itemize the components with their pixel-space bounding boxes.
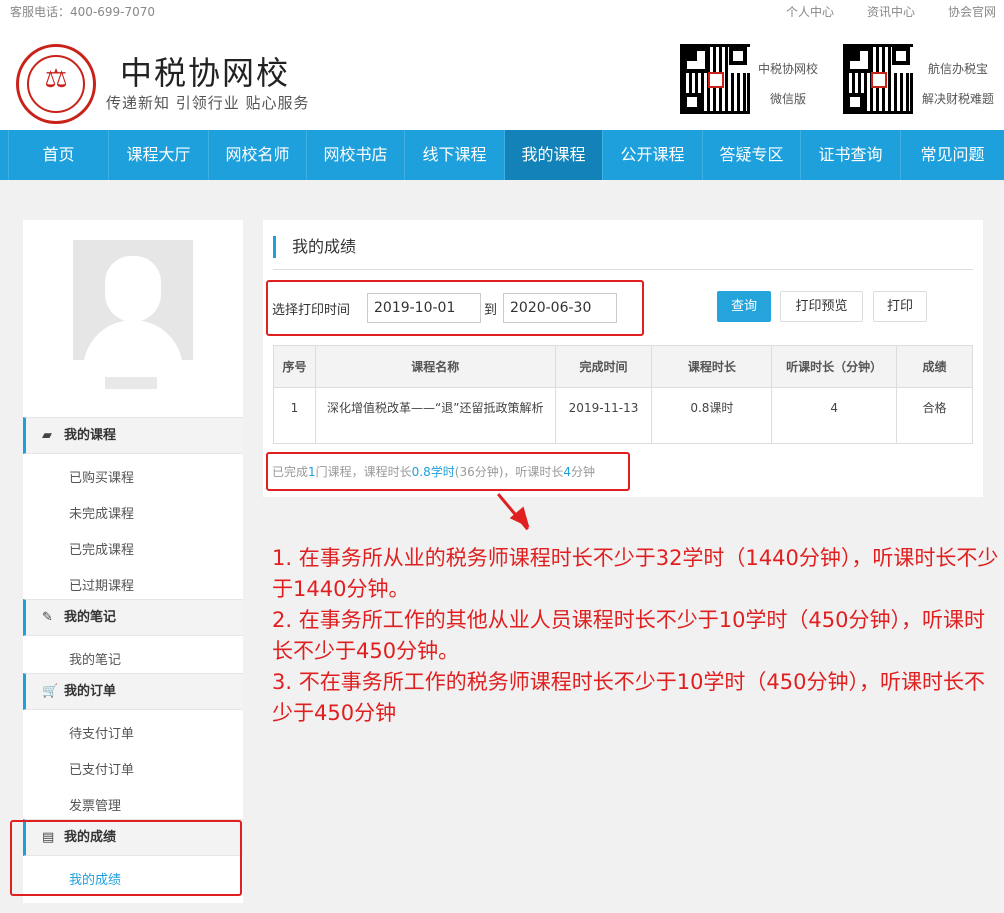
sidebar-link-unfinished[interactable]: 未完成课程 xyxy=(69,503,134,522)
sidebar-section-my-orders[interactable]: 🛒 我的订单 xyxy=(23,673,243,710)
top-link-news-center[interactable]: 资讯中心 xyxy=(867,3,915,20)
col-header-listen-duration: 听课时长（分钟） xyxy=(771,345,898,388)
col-header-grade: 成绩 xyxy=(896,345,973,388)
sidebar-section-my-notes[interactable]: ✎ 我的笔记 xyxy=(23,599,243,636)
col-header-index: 序号 xyxy=(273,345,316,388)
wechat-qr-code-icon xyxy=(680,44,750,114)
cell-course-duration: 0.8课时 xyxy=(651,387,773,444)
page-title: 我的成绩 xyxy=(273,236,356,258)
col-header-course-name: 课程名称 xyxy=(314,345,556,388)
book-icon: ▰ xyxy=(42,428,52,443)
cell-course-name: 深化增值税改革——“退”还留抵政策解析 xyxy=(314,387,556,444)
sidebar: ▰ 我的课程 已购买课程 未完成课程 已完成课程 已过期课程 ✎ 我的笔记 我的笔记… xyxy=(23,220,243,903)
nav-item-course-hall[interactable]: 课程大厅 xyxy=(108,130,208,180)
avatar[interactable] xyxy=(73,240,193,360)
requirement-note-3: 3. 不在事务所工作的税务师课程时长不少于10学时（450分钟），听课时长不少于… xyxy=(272,670,986,725)
sidebar-link-paid-orders[interactable]: 已支付订单 xyxy=(69,759,134,778)
sidebar-link-finished[interactable]: 已完成课程 xyxy=(69,539,134,558)
sidebar-link-invoice[interactable]: 发票管理 xyxy=(69,795,121,814)
qr2-label-sub: 解决财税难题 xyxy=(922,92,995,106)
association-logo-icon[interactable]: ⚖ xyxy=(16,44,96,124)
sidebar-link-pending-orders[interactable]: 待支付订单 xyxy=(69,723,134,742)
print-preview-button[interactable]: 打印预览 xyxy=(780,291,863,322)
col-header-course-duration: 课程时长 xyxy=(651,345,773,388)
table-row: 1 深化增值税改革——“退”还留抵政策解析 2019-11-13 0.8课时 4… xyxy=(273,387,973,444)
table-header-row: 序号 课程名称 完成时间 课程时长 听课时长（分钟） 成绩 xyxy=(273,345,973,388)
app-qr-code-icon xyxy=(843,44,913,114)
nav-item-offline-courses[interactable]: 线下课程 xyxy=(404,130,504,180)
username-placeholder xyxy=(105,377,157,389)
title-divider xyxy=(273,269,973,270)
annotation-box-date-range xyxy=(266,280,644,336)
nav-item-home[interactable]: 首页 xyxy=(8,130,108,180)
sidebar-link-expired[interactable]: 已过期课程 xyxy=(69,575,134,594)
edit-icon: ✎ xyxy=(42,610,53,625)
annotation-box-summary xyxy=(266,452,630,491)
cell-listen-duration: 4 xyxy=(771,387,898,444)
cell-index: 1 xyxy=(273,387,316,444)
sidebar-link-purchased[interactable]: 已购买课程 xyxy=(69,467,134,486)
requirement-note-1: 1. 在事务所从业的税务师课程时长不少于32学时（1440分钟），听课时长不少于… xyxy=(272,546,999,601)
site-header: ⚖ 中税协网校 传递新知 引领行业 贴心服务 中税协网校 微信版 航信办税宝 解… xyxy=(0,22,1004,130)
site-title[interactable]: 中税协网校 xyxy=(120,48,290,94)
cart-icon: 🛒 xyxy=(42,684,59,699)
top-link-association-site[interactable]: 协会官网 xyxy=(948,3,996,20)
qr1-label-sub: 微信版 xyxy=(770,92,807,106)
nav-item-my-courses[interactable]: 我的课程 xyxy=(504,130,602,180)
site-slogan: 传递新知 引领行业 贴心服务 xyxy=(106,94,310,112)
query-button[interactable]: 查询 xyxy=(717,291,771,322)
nav-item-qa[interactable]: 答疑专区 xyxy=(702,130,800,180)
sidebar-link-notes[interactable]: 我的笔记 xyxy=(69,649,121,668)
qr1-label-title: 中税协网校 xyxy=(758,62,819,76)
sidebar-section-my-courses[interactable]: ▰ 我的课程 xyxy=(23,417,243,454)
service-hotline: 客服电话：400-699-7070 xyxy=(10,5,156,19)
col-header-finish-time: 完成时间 xyxy=(554,345,653,388)
nav-item-open-courses[interactable]: 公开课程 xyxy=(602,130,702,180)
main-nav: 首页 课程大厅 网校名师 网校书店 线下课程 我的课程 公开课程 答疑专区 证书… xyxy=(0,130,1004,180)
cell-grade: 合格 xyxy=(896,387,973,444)
grades-table: 序号 课程名称 完成时间 课程时长 听课时长（分钟） 成绩 1 深化增值税改革—… xyxy=(273,345,973,444)
nav-item-bookstore[interactable]: 网校书店 xyxy=(306,130,404,180)
cell-finish-time: 2019-11-13 xyxy=(554,387,653,444)
requirement-note-2: 2. 在事务所工作的其他从业人员课程时长不少于10学时（450分钟），听课时长不… xyxy=(272,608,986,663)
nav-item-certificate-query[interactable]: 证书查询 xyxy=(800,130,900,180)
top-links: 个人中心 资讯中心 协会官网 xyxy=(753,3,996,20)
annotation-box-sidebar-grades xyxy=(10,820,242,896)
nav-item-teachers[interactable]: 网校名师 xyxy=(208,130,306,180)
nav-item-faq[interactable]: 常见问题 xyxy=(900,130,1004,180)
print-button[interactable]: 打印 xyxy=(873,291,927,322)
top-link-personal-center[interactable]: 个人中心 xyxy=(786,3,834,20)
top-bar: 客服电话：400-699-7070 个人中心 资讯中心 协会官网 xyxy=(0,0,1004,22)
qr2-label-title: 航信办税宝 xyxy=(928,62,989,76)
